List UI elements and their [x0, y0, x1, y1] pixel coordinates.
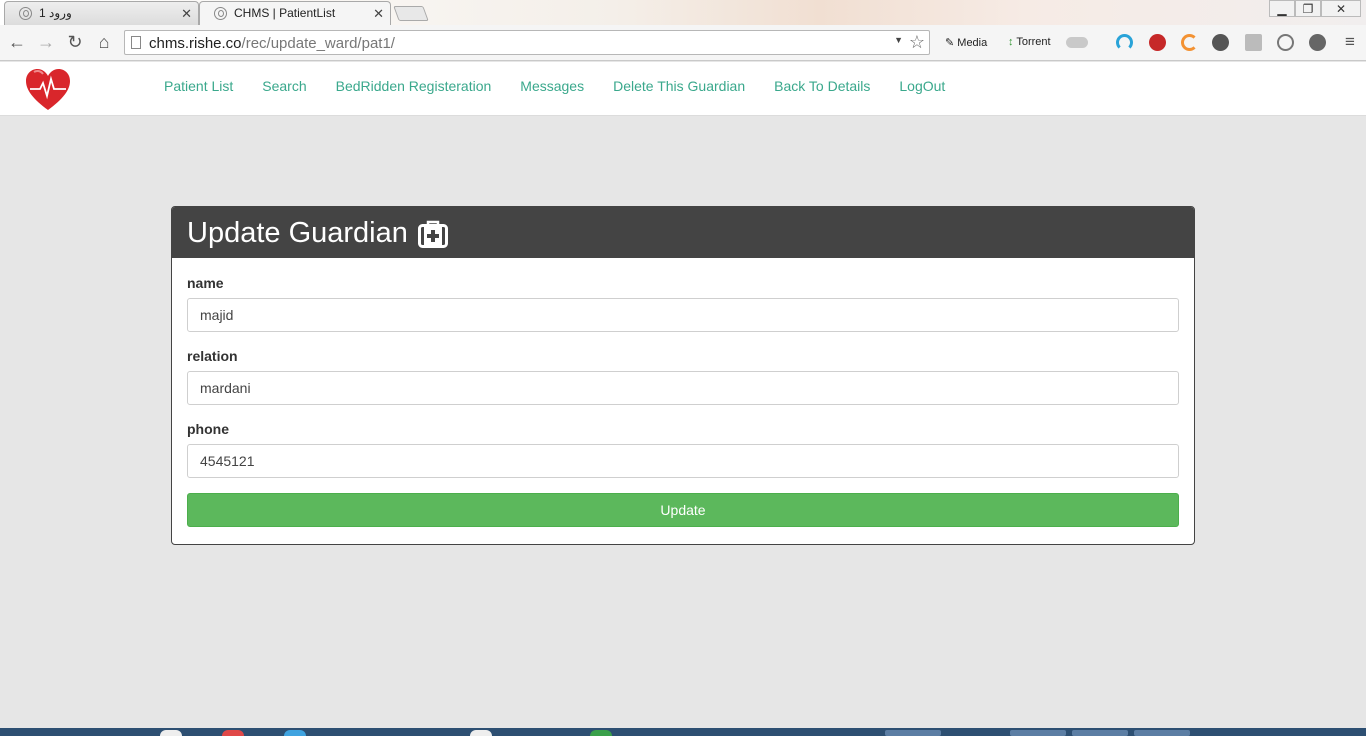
- menu-icon[interactable]: ≡: [1339, 32, 1361, 52]
- update-guardian-panel: Update Guardian name relation phone Upda…: [171, 206, 1195, 545]
- close-tab-icon[interactable]: ✕: [181, 6, 192, 22]
- taskbar-active-app[interactable]: [1072, 730, 1128, 736]
- film-reel-icon[interactable]: [1212, 34, 1229, 51]
- taskbar-active-app[interactable]: [885, 730, 941, 736]
- heart-logo-icon[interactable]: [25, 68, 71, 112]
- taskbar-app-icon[interactable]: [284, 730, 306, 736]
- nav-link-back-to-details[interactable]: Back To Details: [774, 78, 870, 94]
- orange-extension-icon[interactable]: [1181, 34, 1198, 51]
- relation-label: relation: [187, 348, 238, 364]
- guardian-form: name relation phone Update: [172, 258, 1194, 527]
- name-field[interactable]: [187, 298, 1179, 332]
- restore-icon[interactable]: ❐: [1295, 0, 1321, 17]
- address-bar[interactable]: chms.rishe.co/rec/update_ward/pat1/ ▼ ☆: [124, 30, 930, 55]
- taskbar-app-icon[interactable]: [222, 730, 244, 736]
- taskbar-app-icon[interactable]: [160, 730, 182, 736]
- browser-toolbar: ← → ↻ ⌂ chms.rishe.co/rec/update_ward/pa…: [0, 25, 1366, 61]
- home-icon[interactable]: ⌂: [93, 32, 115, 53]
- torrent-extension[interactable]: ↕ Torrent: [1008, 36, 1051, 48]
- chevron-down-icon[interactable]: ▼: [894, 35, 903, 45]
- nav-link-patient-list[interactable]: Patient List: [164, 78, 233, 94]
- taskbar-active-app[interactable]: [1134, 730, 1190, 736]
- tab-favicon-icon: [214, 7, 227, 20]
- panel-title: Update Guardian: [187, 217, 408, 249]
- toggle-icon[interactable]: [1066, 37, 1088, 48]
- media-label: Media: [957, 37, 988, 49]
- nav-link-delete-guardian[interactable]: Delete This Guardian: [613, 78, 745, 94]
- panel-header: Update Guardian: [172, 207, 1194, 258]
- globe-icon[interactable]: [1277, 34, 1294, 51]
- stop-extension-icon[interactable]: [1149, 34, 1166, 51]
- new-tab-button[interactable]: [393, 6, 429, 21]
- nav-link-search[interactable]: Search: [262, 78, 306, 94]
- bookmark-star-icon[interactable]: ☆: [909, 32, 925, 53]
- tab-favicon-icon: [19, 7, 32, 20]
- minimize-icon[interactable]: ▁: [1269, 0, 1295, 17]
- media-extension[interactable]: ✎ Media: [945, 36, 987, 49]
- phone-field[interactable]: [187, 444, 1179, 478]
- close-tab-icon[interactable]: ✕: [373, 6, 384, 22]
- nav-link-logout[interactable]: LogOut: [899, 78, 945, 94]
- browser-tab-2[interactable]: CHMS | PatientList ✕: [199, 1, 391, 25]
- forward-arrow-icon[interactable]: →: [35, 32, 57, 53]
- taskbar-active-app[interactable]: [1010, 730, 1066, 736]
- url-path: /rec/update_ward/pat1/: [241, 35, 395, 52]
- url-host: chms.rishe.co: [149, 35, 242, 52]
- download-icon[interactable]: [1245, 34, 1262, 51]
- taskbar-app-icon[interactable]: [470, 730, 492, 736]
- site-navbar: Patient List Search BedRidden Registerat…: [0, 62, 1366, 116]
- torrent-arrows-icon: ↕: [1008, 36, 1014, 48]
- update-button[interactable]: Update: [187, 493, 1179, 527]
- browser-tabstrip: ورود 1 ✕ CHMS | PatientList ✕ ▁ ❐ ✕: [0, 0, 1366, 25]
- browser-tab-1[interactable]: ورود 1 ✕: [4, 1, 199, 25]
- tab-title: CHMS | PatientList: [234, 6, 336, 20]
- page-icon: [131, 36, 141, 49]
- address-url[interactable]: chms.rishe.co/rec/update_ward/pat1/: [149, 35, 395, 52]
- phone-label: phone: [187, 421, 229, 437]
- name-label: name: [187, 275, 224, 291]
- torrent-label: Torrent: [1016, 36, 1051, 48]
- nav-link-bedridden-registration[interactable]: BedRidden Registeration: [336, 78, 492, 94]
- nav-links: Patient List Search BedRidden Registerat…: [164, 78, 974, 94]
- reload-icon[interactable]: ↻: [64, 32, 86, 53]
- nav-link-messages[interactable]: Messages: [520, 78, 584, 94]
- tab-title: ورود 1: [39, 6, 72, 20]
- medkit-icon: [418, 220, 449, 248]
- close-window-icon[interactable]: ✕: [1321, 0, 1361, 17]
- power-icon[interactable]: [1309, 34, 1326, 51]
- back-arrow-icon[interactable]: ←: [6, 32, 28, 53]
- headphones-icon[interactable]: [1116, 34, 1133, 51]
- taskbar-app-icon[interactable]: [590, 730, 612, 736]
- os-taskbar: [0, 728, 1366, 736]
- relation-field[interactable]: [187, 371, 1179, 405]
